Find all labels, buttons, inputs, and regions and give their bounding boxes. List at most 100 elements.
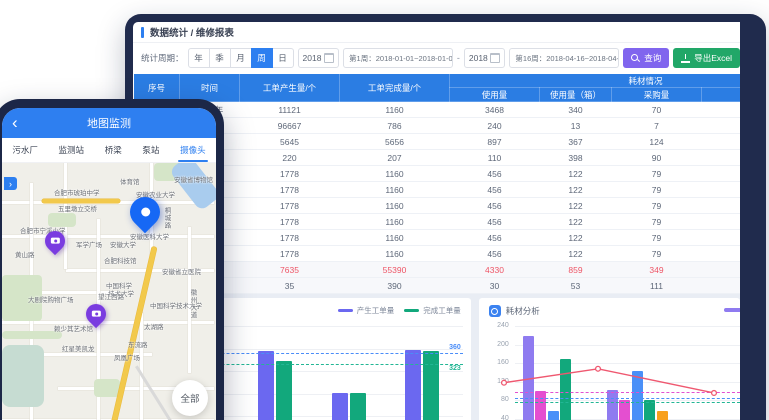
table-cell: 67	[702, 214, 741, 230]
calendar-icon	[490, 53, 500, 63]
tab-摄像头[interactable]: 摄像头	[178, 138, 208, 162]
table-cell: 207	[340, 150, 450, 166]
bar-产生工单量	[332, 393, 348, 420]
period-option[interactable]: 月	[230, 48, 252, 68]
table-cell: 250	[702, 102, 741, 118]
table-cell: 70	[612, 102, 702, 118]
map-label: 军学广场	[76, 239, 102, 249]
map-label: 安徽省立医院	[162, 266, 201, 276]
map-label: 红星美凯龙	[62, 343, 95, 353]
table-cell: 1778	[240, 198, 340, 214]
gridline	[515, 326, 740, 327]
table-cell: 67	[702, 198, 741, 214]
table-cell: 1160	[340, 182, 450, 198]
table-cell: 79	[612, 182, 702, 198]
table-row: 42202071103989019	[134, 150, 741, 166]
year-end-select[interactable]: 2018	[464, 48, 506, 68]
consumable-bar	[644, 400, 655, 420]
legend-label: 产生工单量	[357, 305, 395, 316]
table-cell: 859	[540, 262, 612, 278]
table-cell: 53	[540, 278, 612, 294]
tab-桥梁[interactable]: 桥梁	[103, 138, 124, 162]
legend-item[interactable]: 产生工单量	[338, 305, 395, 316]
chart-icon	[489, 305, 501, 317]
table-cell: 67	[702, 230, 741, 246]
table-cell: 1160	[340, 102, 450, 118]
bar-完成工单量	[350, 393, 366, 420]
table-cell: 456	[450, 182, 540, 198]
table-cell: 1778	[240, 214, 340, 230]
expand-icon[interactable]: ›	[4, 177, 17, 190]
table-row: 8177811604561227967	[134, 214, 741, 230]
table-cell: 122	[540, 230, 612, 246]
tab-泵站[interactable]: 泵站	[140, 138, 161, 162]
report-table: 序号时间工单产生量/个工单完成量/个耗材情况使用量使用量（箱）采购量金额1201…	[133, 73, 740, 294]
table-cell: 55390	[340, 262, 450, 278]
table-cell: 14	[702, 278, 741, 294]
range-start-input[interactable]: 第1周：2018-01-01~2018-01-07	[343, 48, 453, 68]
table-cell: 5656	[340, 134, 450, 150]
column-header: 工单产生量/个	[240, 74, 340, 102]
bar-完成工单量	[423, 351, 439, 420]
consumable-bar	[657, 411, 668, 420]
phone-screen: ‹ 地图监测 污水厂监测站桥梁泵站摄像头 合肥市琥珀中学体育馆安徽农业大学安徽省…	[2, 108, 216, 420]
map-river	[169, 163, 216, 211]
year-start-select[interactable]: 2018	[298, 48, 340, 68]
legend-label: 完成工单量	[423, 305, 461, 316]
table-cell: 122	[540, 166, 612, 182]
range-end-input[interactable]: 第16周：2018-04-16~2018-04-22	[509, 48, 619, 68]
table-cell: 690	[702, 118, 741, 134]
period-option[interactable]: 日	[272, 48, 294, 68]
chart-legend: 产生工单量 完成工单量	[338, 305, 461, 316]
y-tick-label: 240	[487, 322, 509, 329]
query-button[interactable]: 查询	[623, 48, 669, 68]
consumable-bar	[632, 371, 643, 420]
table-cell: 7635	[240, 262, 340, 278]
map-label: 凤凰广场	[114, 352, 140, 362]
column-group-header: 耗材情况	[450, 74, 741, 88]
tab-污水厂[interactable]: 污水厂	[10, 138, 40, 162]
table-cell: 240	[450, 118, 540, 134]
range-separator: -	[457, 53, 460, 63]
table-row: 12014年111211160346834070250	[134, 102, 741, 118]
table-cell: 122	[540, 198, 612, 214]
table-cell: 33	[702, 262, 741, 278]
consumable-bar	[607, 390, 618, 420]
map-label: 体育馆	[120, 176, 140, 186]
all-button[interactable]: 全部	[172, 380, 208, 416]
period-option[interactable]: 季	[209, 48, 231, 68]
column-subheader: 金额	[702, 88, 741, 102]
map-road	[2, 235, 214, 238]
column-header: 工单完成量/个	[340, 74, 450, 102]
period-option[interactable]: 周	[251, 48, 273, 68]
y-tick-label: 40	[487, 415, 509, 420]
table-cell: 4330	[450, 262, 540, 278]
reference-label: 323	[449, 365, 461, 372]
table-row: 296667786240137690	[134, 118, 741, 134]
table-cell: 456	[450, 214, 540, 230]
table-cell: 90	[612, 150, 702, 166]
period-option[interactable]: 年	[188, 48, 210, 68]
phone-frame: ‹ 地图监测 污水厂监测站桥梁泵站摄像头 合肥市琥珀中学体育馆安徽农业大学安徽省…	[0, 99, 224, 420]
table-cell: 1160	[340, 166, 450, 182]
calendar-icon	[324, 53, 334, 63]
back-icon[interactable]: ‹	[12, 110, 18, 136]
breadcrumb: 数据统计 / 维修报表	[150, 25, 234, 39]
download-icon	[681, 54, 690, 63]
gridline	[515, 382, 740, 383]
consumables-chart-card[interactable]: 耗材分析 2402001601208040	[479, 298, 740, 420]
map-label: 桐城路	[161, 207, 171, 230]
legend-item[interactable]: 完成工单量	[404, 305, 461, 316]
table-cell: 79	[612, 214, 702, 230]
consumable-bar	[548, 411, 559, 420]
column-subheader: 使用量	[450, 88, 540, 102]
tab-监测站[interactable]: 监测站	[57, 138, 87, 162]
export-excel-button[interactable]: 导出Excel	[673, 48, 740, 68]
legend-swatch	[404, 309, 419, 313]
period-label: 统计周期：	[141, 52, 184, 64]
table-cell: 111	[612, 278, 702, 294]
map-label: 安徽省博物馆	[174, 174, 213, 184]
chart-title: 耗材分析	[506, 305, 540, 317]
map-view[interactable]: 合肥市琥珀中学体育馆安徽农业大学安徽省博物馆五里墩立交桥合肥市宁溪小学军学广场安…	[2, 163, 216, 420]
consumable-bar	[523, 336, 534, 420]
